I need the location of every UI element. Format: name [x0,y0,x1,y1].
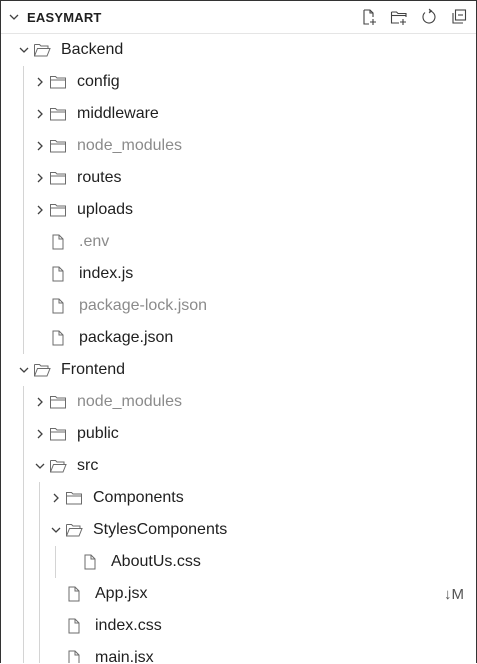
indent-guide [55,546,56,578]
chevron-right-icon[interactable] [31,418,49,450]
folder-icon [49,66,73,98]
tree-folder[interactable]: config [1,66,476,98]
file-icon [49,322,75,354]
git-status-badge: ↓M [444,585,464,603]
tree-item-label: middleware [77,105,159,122]
tree-folder[interactable]: Components [1,482,476,514]
new-file-icon[interactable] [358,6,380,28]
folder-icon [49,194,73,226]
tree-file[interactable]: index.css [1,610,476,642]
tree-item-label: AboutUs.css [111,553,201,570]
chevron-down-icon[interactable] [31,450,49,482]
file-icon [49,258,75,290]
tree-item-label: index.css [95,617,162,634]
explorer-panel: EASYMART Backend config middleware node_mod… [0,0,477,663]
folder-icon [49,162,73,194]
tree-file[interactable]: .env [1,226,476,258]
chevron-right-icon[interactable] [31,98,49,130]
tree-file[interactable]: index.js [1,258,476,290]
chevron-right-icon[interactable] [31,66,49,98]
file-icon [65,610,91,642]
tree-item-label: package.json [79,329,174,346]
chevron-right-icon[interactable] [31,162,49,194]
indent-guide [23,66,24,354]
tree-item-label: src [77,457,99,474]
chevron-down-icon[interactable] [47,514,65,546]
folder-icon [49,386,73,418]
tree-file[interactable]: package-lock.json [1,290,476,322]
new-folder-icon[interactable] [388,6,410,28]
indent-guide [23,386,24,663]
folder-icon [65,482,89,514]
tree-item-label: config [77,73,120,90]
tree-item-label: Frontend [61,361,126,378]
collapse-all-icon[interactable] [448,6,470,28]
chevron-down-icon[interactable] [15,34,33,66]
folder-open-icon [65,514,89,546]
file-icon [49,290,75,322]
tree-item-label: Backend [61,41,124,58]
tree-item-label: index.js [79,265,134,282]
tree-file[interactable]: main.jsx [1,642,476,663]
file-icon [49,226,75,258]
tree-file[interactable]: package.json [1,322,476,354]
tree-item-label: App.jsx [95,585,148,602]
tree-folder[interactable]: uploads [1,194,476,226]
tree-folder[interactable]: Backend [1,34,476,66]
explorer-actions [358,6,476,28]
folder-open-icon [33,354,57,386]
tree-item-label: main.jsx [95,649,154,663]
tree-folder[interactable]: Frontend [1,354,476,386]
tree-item-label: node_modules [77,393,182,410]
explorer-header[interactable]: EASYMART [1,1,476,34]
tree-folder[interactable]: middleware [1,98,476,130]
chevron-right-icon[interactable] [31,386,49,418]
folder-icon [49,130,73,162]
tree-item-label: node_modules [77,137,182,154]
file-icon [65,642,91,663]
file-icon [81,546,107,578]
file-icon [65,578,91,610]
workspace-title: EASYMART [27,9,102,25]
chevron-down-icon[interactable] [1,11,27,23]
tree-folder[interactable]: src [1,450,476,482]
tree-folder[interactable]: public [1,418,476,450]
chevron-right-icon[interactable] [31,194,49,226]
chevron-down-icon[interactable] [15,354,33,386]
tree-folder[interactable]: node_modules [1,130,476,162]
indent-guide [39,482,40,663]
folder-icon [49,418,73,450]
tree-item-label: routes [77,169,122,186]
tree-item-label: uploads [77,201,134,218]
chevron-right-icon[interactable] [31,130,49,162]
tree-item-label: Components [93,489,184,506]
tree-item-label: package-lock.json [79,297,208,314]
folder-open-icon [33,34,57,66]
tree-folder[interactable]: StylesComponents [1,514,476,546]
tree-item-label: .env [79,233,110,250]
tree-file[interactable]: AboutUs.css [1,546,476,578]
tree-file[interactable]: App.jsx ↓M [1,578,476,610]
tree-item-label: StylesComponents [93,521,228,538]
refresh-icon[interactable] [418,6,440,28]
file-tree: Backend config middleware node_modules route… [1,34,476,663]
folder-icon [49,98,73,130]
folder-open-icon [49,450,73,482]
tree-item-label: public [77,425,119,442]
tree-folder[interactable]: routes [1,162,476,194]
tree-folder[interactable]: node_modules [1,386,476,418]
chevron-right-icon[interactable] [47,482,65,514]
